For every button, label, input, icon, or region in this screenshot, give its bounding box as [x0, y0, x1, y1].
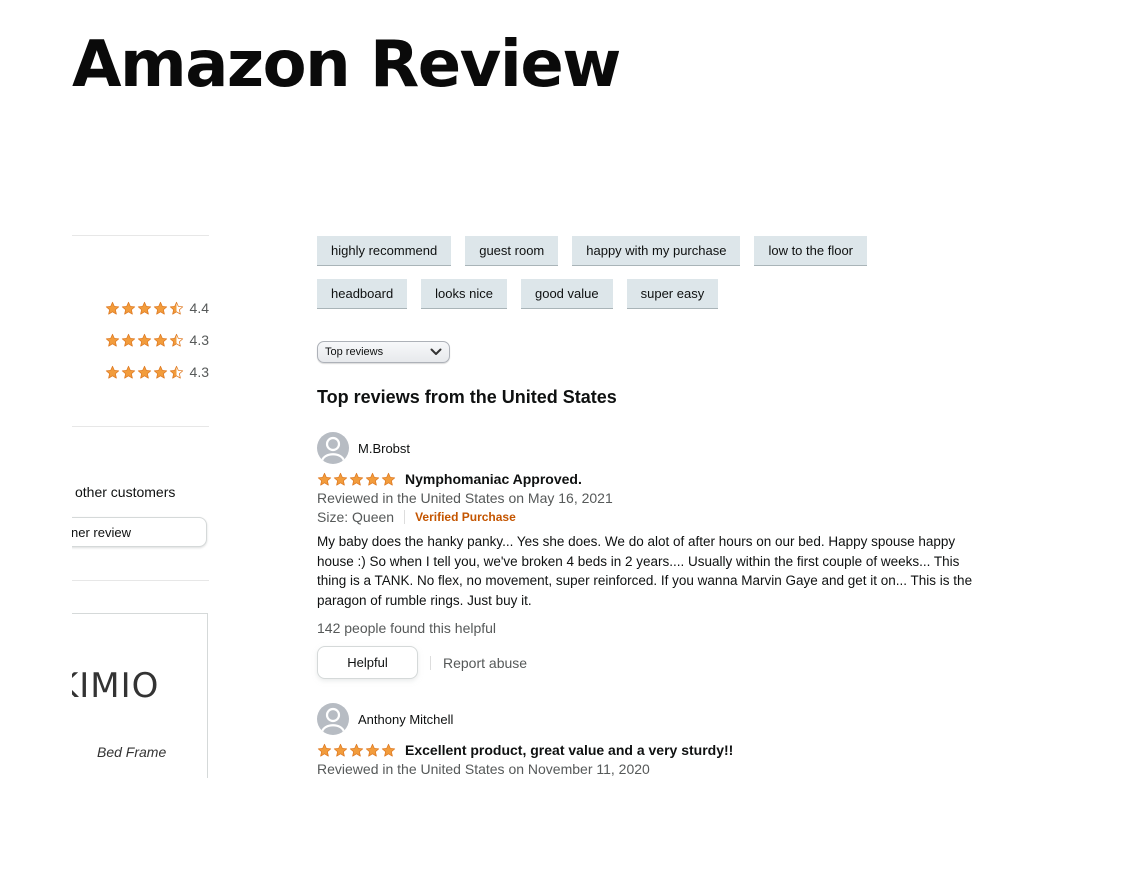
- star-icon: [169, 365, 183, 378]
- write-review-button[interactable]: ner review: [72, 517, 207, 547]
- star-icon: [317, 472, 332, 485]
- divider: [430, 655, 431, 670]
- review-date: Reviewed in the United States on Novembe…: [317, 761, 650, 777]
- rating-value: 4.3: [189, 332, 209, 348]
- report-abuse-link[interactable]: Report abuse: [443, 655, 527, 671]
- star-icon: [153, 301, 167, 314]
- star-icon: [333, 743, 348, 756]
- star-icon: [105, 333, 119, 346]
- brand-logo: LIKIMIO: [72, 666, 160, 706]
- rating-row[interactable]: 4.4: [105, 300, 209, 316]
- left-panel: 4.4 4.3 4.3 t other customers ner review…: [72, 230, 209, 778]
- star-icon: [137, 333, 151, 346]
- star-icon: [333, 472, 348, 485]
- star-icon: [137, 365, 151, 378]
- star-icon: [121, 301, 135, 314]
- helpful-label: Helpful: [347, 655, 388, 670]
- star-icon: [365, 472, 380, 485]
- star-rating: [105, 365, 185, 380]
- rating-value: 4.4: [189, 300, 209, 316]
- user-icon: [320, 707, 346, 733]
- chevron-down-icon: [430, 348, 442, 355]
- review-stars[interactable]: [317, 743, 397, 758]
- helpful-button[interactable]: Helpful: [317, 646, 418, 679]
- reviewer-name: Anthony Mitchell: [358, 711, 454, 727]
- star-icon: [153, 365, 167, 378]
- keyword-chip[interactable]: looks nice: [421, 279, 507, 309]
- keyword-chip[interactable]: good value: [520, 279, 613, 309]
- review-product-text: other customers: [75, 484, 176, 500]
- star-icon: [105, 365, 119, 378]
- star-rating: [105, 333, 185, 348]
- keyword-chip[interactable]: guest room: [465, 236, 559, 266]
- divider: [72, 235, 209, 236]
- verified-badge[interactable]: Verified Purchase: [415, 510, 516, 524]
- page-title: Amazon Review: [72, 28, 621, 102]
- star-icon: [317, 743, 332, 756]
- rating-row[interactable]: 4.3: [105, 332, 209, 348]
- review-stars[interactable]: [317, 472, 397, 487]
- star-icon: [169, 301, 183, 314]
- divider: [72, 426, 209, 427]
- star-icon: [153, 333, 167, 346]
- sort-selected: Top reviews: [325, 346, 384, 358]
- reviewer-profile[interactable]: M.Brobst: [317, 432, 1017, 464]
- user-icon: [320, 436, 346, 462]
- star-icon: [137, 301, 151, 314]
- rating-value: 4.3: [189, 364, 209, 380]
- helpful-count: 142 people found this helpful: [317, 620, 497, 636]
- keyword-chip[interactable]: highly recommend: [317, 236, 452, 266]
- keyword-chip[interactable]: happy with my purchase: [572, 236, 741, 266]
- keyword-chip[interactable]: low to the floor: [754, 236, 867, 266]
- write-review-label: ner review: [72, 524, 131, 540]
- keyword-chip[interactable]: super easy: [626, 279, 719, 309]
- star-icon: [381, 472, 396, 485]
- avatar: [317, 703, 349, 735]
- rating-row[interactable]: 4.3: [105, 364, 209, 380]
- sort-select[interactable]: Top reviews: [317, 341, 450, 363]
- divider: [404, 510, 406, 524]
- star-icon: [349, 472, 364, 485]
- review-title[interactable]: Nymphomaniac Approved.: [405, 471, 582, 487]
- reviewer-profile[interactable]: Anthony Mitchell: [317, 703, 1017, 735]
- review-date: Reviewed in the United States on May 16,…: [317, 490, 613, 506]
- section-title: Top reviews from the United States: [317, 387, 617, 407]
- star-icon: [105, 301, 119, 314]
- review: Anthony Mitchell Excellent product, grea…: [317, 703, 1017, 777]
- star-icon: [121, 333, 135, 346]
- brand-caption: Bed Frame: [97, 744, 167, 760]
- size-variant[interactable]: Size: Queen: [317, 509, 394, 525]
- star-icon: [365, 743, 380, 756]
- star-icon: [349, 743, 364, 756]
- star-icon: [381, 743, 396, 756]
- star-icon: [121, 365, 135, 378]
- avatar: [317, 432, 349, 464]
- review-title[interactable]: Excellent product, great value and a ver…: [405, 742, 733, 758]
- keyword-chip[interactable]: headboard: [317, 279, 408, 309]
- divider: [72, 580, 209, 581]
- reviews-column: highly recommend guest room happy with m…: [317, 236, 1017, 777]
- star-icon: [169, 333, 183, 346]
- review-body: My baby does the hanky panky... Yes she …: [317, 534, 973, 608]
- star-rating: [105, 301, 185, 316]
- sponsored-brand-ad[interactable]: LIKIMIO Bed Frame: [72, 613, 208, 778]
- keyword-filters: highly recommend guest room happy with m…: [317, 236, 917, 309]
- review: M.Brobst Nymphomaniac Approved. Reviewed…: [317, 432, 1017, 679]
- reviewer-name: M.Brobst: [358, 440, 411, 456]
